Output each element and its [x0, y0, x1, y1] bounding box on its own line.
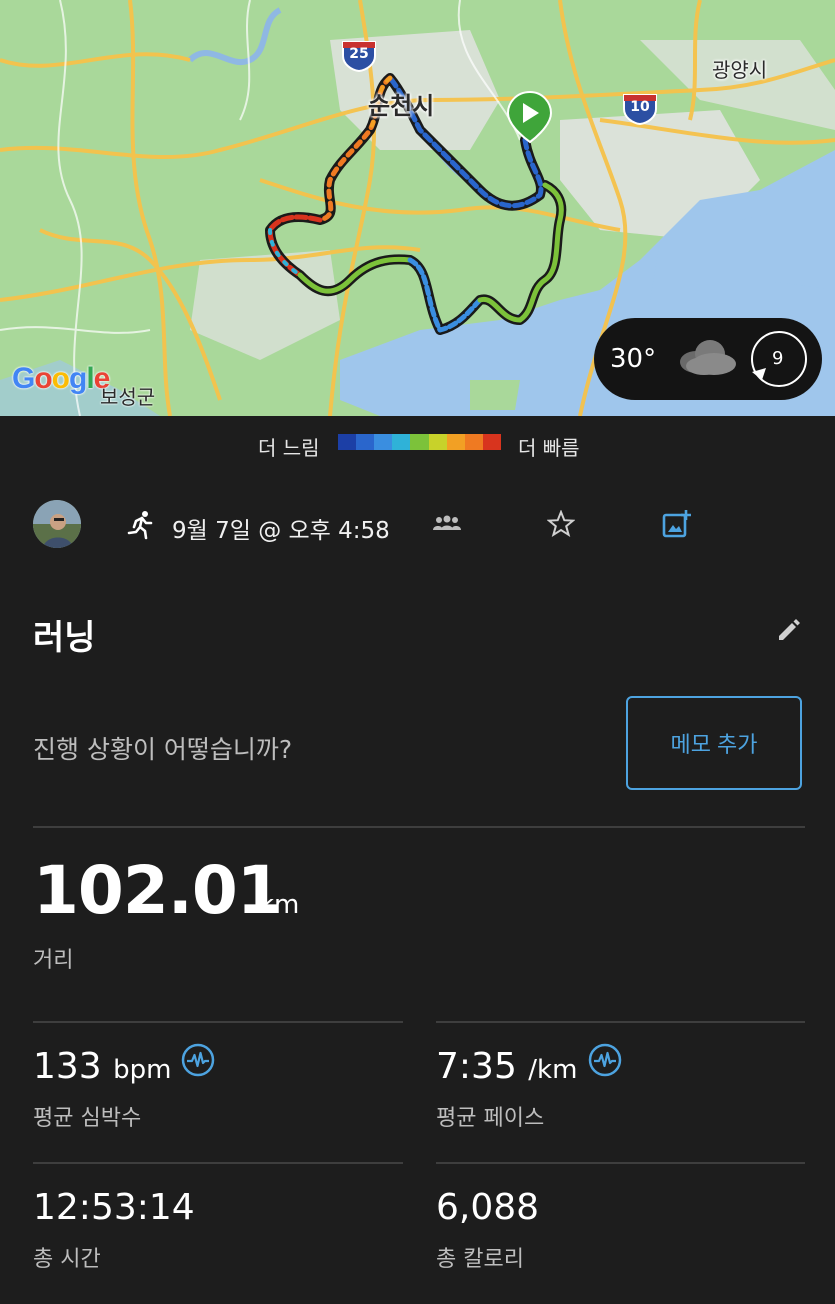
- divider: [33, 1021, 403, 1023]
- activity-title: 러닝: [33, 618, 96, 658]
- pace-chart-icon[interactable]: [587, 1042, 623, 1078]
- star-icon[interactable]: [547, 510, 575, 538]
- weather-temperature: 30°: [610, 344, 657, 374]
- city-label-gwangyang: 광양시: [712, 58, 768, 82]
- avg-pace-number: 7:35: [436, 1046, 517, 1087]
- heart-rate-chart-icon[interactable]: [180, 1042, 216, 1078]
- pace-legend: 더 느림 더 빠름: [0, 416, 835, 472]
- divider: [436, 1162, 805, 1164]
- highway-10-shield: 10: [622, 91, 658, 126]
- divider: [33, 1162, 403, 1164]
- legend-color-swatch: [464, 434, 483, 450]
- distance-label: 거리: [33, 948, 74, 973]
- total-time-label: 총 시간: [33, 1247, 101, 1272]
- region-label-boseong: 보성군: [100, 385, 156, 409]
- route-map[interactable]: 25 10 순천시 광양시 Google 보성군 30° 9: [0, 0, 835, 416]
- activity-prompt: 진행 상황이 어떻습니까?: [33, 735, 293, 764]
- pace-color-bar: [338, 434, 501, 450]
- legend-color-swatch: [374, 434, 393, 450]
- activity-date: 9월 7일 @ 오후 4:58: [172, 518, 390, 544]
- running-icon: [127, 511, 153, 540]
- avg-heart-rate-unit: bpm: [113, 1055, 172, 1085]
- cloud-icon: [680, 340, 736, 375]
- total-time-value: 12:53:14: [33, 1187, 195, 1228]
- legend-color-swatch: [446, 434, 465, 450]
- avg-pace-label: 평균 페이스: [436, 1106, 545, 1131]
- avg-pace-unit: /km: [528, 1055, 578, 1085]
- legend-color-swatch: [338, 434, 357, 450]
- city-label-suncheon: 순천시: [368, 92, 435, 120]
- legend-color-swatch: [356, 434, 375, 450]
- group-icon[interactable]: [433, 512, 461, 534]
- edit-pencil-icon[interactable]: [775, 616, 803, 644]
- distance-value: 102.01: [33, 852, 283, 929]
- avg-heart-rate-value: 133 bpm: [33, 1046, 172, 1087]
- divider: [436, 1021, 805, 1023]
- highway-25-shield: 25: [341, 38, 377, 73]
- legend-color-swatch: [428, 434, 447, 450]
- distance-unit: km: [259, 890, 300, 920]
- google-logo: Google: [12, 362, 110, 395]
- weather-widget[interactable]: 30° 9: [594, 318, 822, 400]
- legend-slow-label: 더 느림: [258, 436, 320, 460]
- avg-heart-rate-label: 평균 심박수: [33, 1106, 142, 1131]
- add-memo-button[interactable]: 메모 추가: [626, 696, 802, 790]
- avatar[interactable]: [33, 500, 81, 548]
- avg-heart-rate-number: 133: [33, 1046, 102, 1087]
- wind-speed: 9: [772, 348, 784, 369]
- avg-pace-value: 7:35 /km: [436, 1046, 577, 1087]
- activity-header-row: 9월 7일 @ 오후 4:58: [0, 496, 835, 556]
- legend-fast-label: 더 빠름: [518, 436, 580, 460]
- add-photo-icon[interactable]: [661, 508, 693, 540]
- divider: [33, 826, 805, 828]
- total-calories-value: 6,088: [436, 1187, 540, 1228]
- legend-color-swatch: [392, 434, 411, 450]
- legend-color-swatch: [482, 434, 501, 450]
- legend-color-swatch: [410, 434, 429, 450]
- total-calories-label: 총 칼로리: [436, 1247, 524, 1272]
